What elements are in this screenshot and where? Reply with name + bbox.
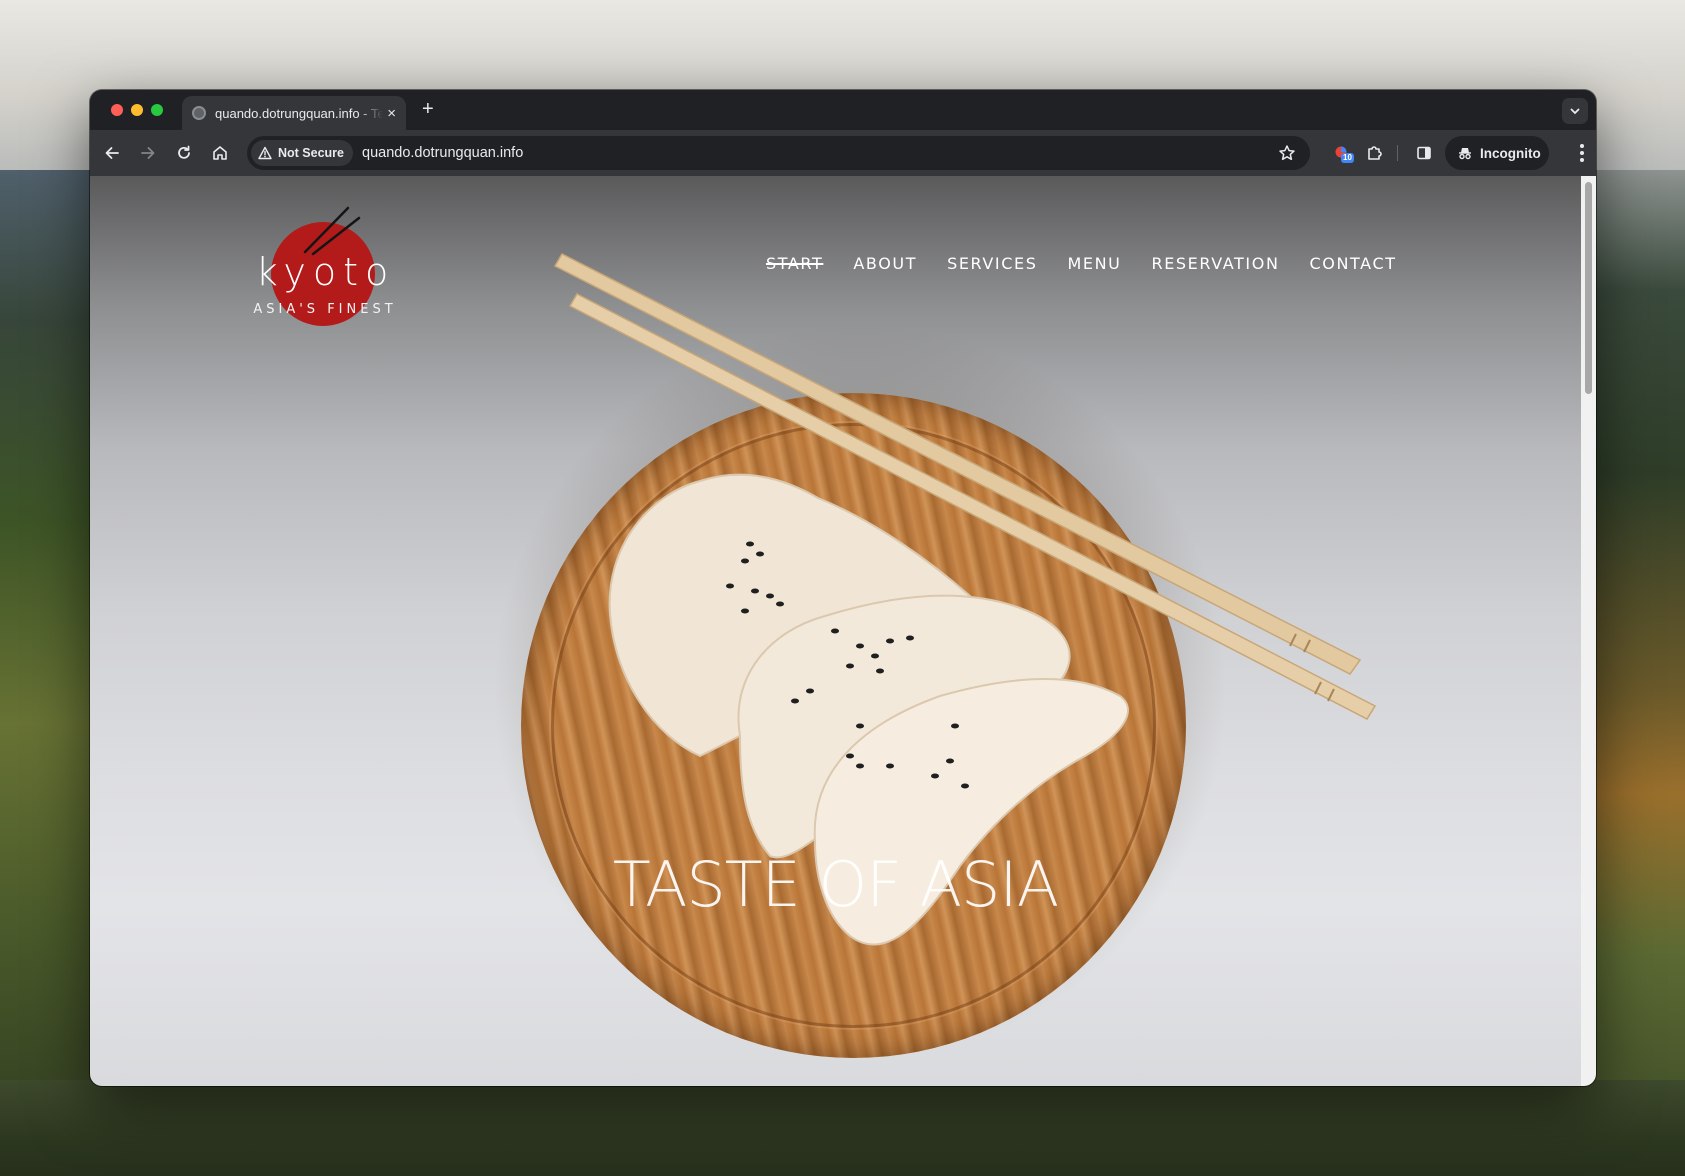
forward-button[interactable] [136, 141, 160, 165]
extension-button[interactable]: 10 [1330, 141, 1354, 165]
new-tab-button[interactable]: + [422, 99, 434, 119]
nav-item-start[interactable]: START [766, 254, 823, 273]
close-window-button[interactable] [111, 104, 123, 116]
arrow-left-icon [105, 147, 119, 159]
tab-close-button[interactable]: × [387, 106, 396, 121]
url-text[interactable]: quando.dotrungquan.info [362, 145, 523, 161]
tab-title: quando.dotrungquan.info - Te [215, 105, 383, 121]
extension-badge: 10 [1341, 153, 1354, 163]
kebab-menu-icon[interactable] [1580, 144, 1584, 162]
tab-strip: quando.dotrungquan.info - Te × + [90, 90, 1596, 130]
hero-title: TASTE OF ASIA [612, 848, 1059, 921]
toolbar-divider [1397, 145, 1398, 161]
side-panel-button[interactable] [1412, 141, 1436, 165]
address-bar[interactable]: Not Secure quando.dotrungquan.info [247, 136, 1310, 170]
security-chip[interactable]: Not Secure [251, 140, 353, 166]
nav-item-menu[interactable]: MENU [1068, 254, 1122, 273]
incognito-indicator[interactable]: Incognito [1445, 136, 1549, 170]
minimize-window-button[interactable] [131, 104, 143, 116]
home-icon [213, 146, 227, 160]
reload-button[interactable] [172, 141, 196, 165]
browser-window: quando.dotrungquan.info - Te × + Not Sec… [90, 90, 1596, 1086]
reload-icon [178, 145, 190, 159]
nav-item-reservation[interactable]: RESERVATION [1152, 254, 1280, 273]
incognito-icon [1459, 148, 1471, 160]
home-button[interactable] [208, 141, 232, 165]
side-panel-icon [1417, 146, 1431, 160]
back-button[interactable] [100, 141, 124, 165]
nav-item-contact[interactable]: CONTACT [1310, 254, 1397, 273]
chevron-down-icon [1570, 108, 1580, 115]
extensions-button[interactable] [1362, 141, 1386, 165]
desktop-wallpaper-bottom [0, 1080, 1685, 1176]
main-nav: START ABOUT SERVICES MENU RESERVATION CO… [766, 254, 1397, 273]
browser-tab[interactable]: quando.dotrungquan.info - Te × [182, 96, 406, 130]
arrow-right-icon [141, 147, 155, 159]
star-icon[interactable] [1278, 144, 1296, 162]
warning-triangle-icon [258, 146, 272, 160]
browser-toolbar: Not Secure quando.dotrungquan.info 10 In… [90, 130, 1596, 176]
logo-tagline: ASIA'S FINEST [253, 302, 397, 317]
globe-icon [192, 106, 206, 120]
page-viewport: kyoto ASIA'S FINEST START ABOUT SERVICES… [90, 176, 1581, 1086]
logo-wordmark: kyoto [255, 250, 396, 294]
zoom-window-button[interactable] [151, 104, 163, 116]
site-logo[interactable]: kyoto ASIA'S FINEST [253, 206, 403, 331]
incognito-label: Incognito [1480, 145, 1541, 161]
tab-search-button[interactable] [1562, 98, 1588, 124]
nav-item-about[interactable]: ABOUT [853, 254, 917, 273]
scrollbar-thumb[interactable] [1585, 182, 1592, 394]
security-label: Not Secure [278, 146, 344, 160]
page-scrollbar[interactable] [1581, 176, 1596, 1086]
puzzle-icon [1368, 146, 1382, 160]
nav-item-services[interactable]: SERVICES [947, 254, 1037, 273]
